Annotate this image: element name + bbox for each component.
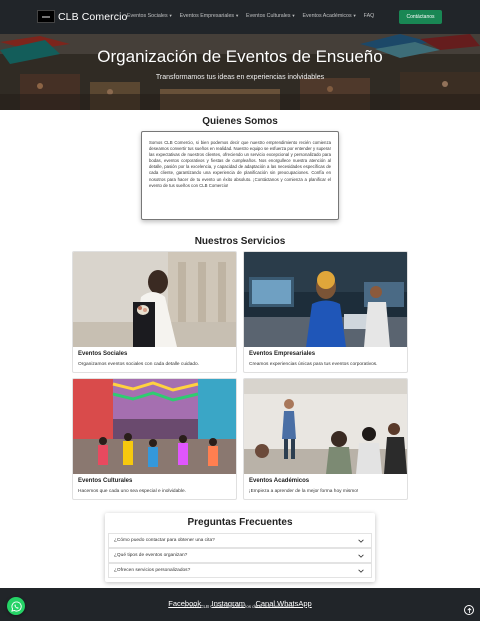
caret-down-icon: ▼ (352, 13, 357, 18)
whatsapp-icon (10, 600, 22, 612)
faq-item[interactable]: ¿Qué tipos de eventos organizan? (108, 548, 372, 563)
about-title: Quienes Somos (202, 116, 278, 127)
card-text: Hacemos que cada uno sea especial e inol… (78, 489, 187, 494)
brand-logo (37, 10, 55, 23)
service-card-social[interactable]: Eventos Sociales Organizamos eventos soc… (72, 251, 237, 373)
faq-section: Preguntas Frecuentes ¿Cómo puedo contact… (105, 513, 375, 582)
about-text: Somos CLB Comercio, si bien podemos deci… (149, 140, 331, 188)
navbar: CLB Comercio Eventos Sociales▼ Eventos E… (0, 0, 480, 34)
card-title: Eventos Académicos (249, 478, 310, 484)
faq-question: ¿Qué tipos de eventos organizan? (114, 553, 188, 558)
hero-overlay (0, 34, 480, 110)
hero-title: Organización de Eventos de Ensueño (97, 47, 383, 66)
nav-item-label: Eventos Académicos (302, 13, 352, 19)
faq-item[interactable]: ¿Cómo puedo contactar para obtener una c… (108, 533, 372, 548)
footer: Facebook Instagram Canal WhatsApp © 2024… (0, 588, 480, 621)
brand[interactable]: CLB Comercio (37, 10, 127, 23)
faq-question: ¿Ofrecen servicios personalizados? (114, 568, 191, 573)
chevron-down-icon (358, 569, 364, 573)
festival-photo (73, 379, 236, 474)
card-title: Eventos Culturales (78, 478, 133, 484)
arrow-up-circle-icon (466, 607, 472, 613)
services-title: Nuestros Servicios (194, 236, 286, 247)
card-text: ¡Empieza a aprender de la mejor forma ho… (249, 489, 359, 494)
card-text: Creamos experiencias únicas para tus eve… (249, 362, 378, 367)
faq-question: ¿Cómo puedo contactar para obtener una c… (114, 538, 215, 543)
caret-down-icon: ▼ (235, 13, 240, 18)
card-title: Eventos Empresariales (249, 351, 316, 357)
faq-item[interactable]: ¿Ofrecen servicios personalizados? (108, 563, 372, 578)
back-to-top-button[interactable] (464, 605, 474, 615)
nav-item-faq[interactable]: FAQ (364, 13, 375, 19)
nav-item-label: FAQ (363, 13, 375, 19)
nav-item-eventos-academicos[interactable]: Eventos Académicos▼ (302, 13, 356, 19)
nav-item-eventos-empresariales[interactable]: Eventos Empresariales▼ (180, 13, 239, 19)
nav-item-eventos-culturales[interactable]: Eventos Culturales▼ (246, 13, 295, 19)
chevron-down-icon (358, 539, 364, 543)
nav-item-eventos-sociales[interactable]: Eventos Sociales▼ (127, 13, 173, 19)
nav-item-label: Eventos Sociales (127, 13, 168, 19)
service-card-academic[interactable]: Eventos Académicos ¡Empieza a aprender d… (243, 378, 408, 500)
caret-down-icon: ▼ (168, 13, 173, 18)
contact-button[interactable]: Contáctanos (399, 10, 442, 24)
nav-links: Eventos Sociales▼ Eventos Empresariales▼… (127, 13, 381, 19)
caret-down-icon: ▼ (291, 13, 296, 18)
whatsapp-button[interactable] (7, 597, 25, 615)
faq-title: Preguntas Frecuentes (187, 517, 293, 528)
nav-item-label: Eventos Empresariales (179, 13, 235, 19)
card-text: Organizamos eventos sociales con cada de… (78, 362, 200, 367)
service-card-business[interactable]: Eventos Empresariales Creamos experienci… (243, 251, 408, 373)
hero-subtitle: Transformamos tus ideas en experiencias … (155, 74, 325, 81)
classroom-photo (244, 379, 407, 474)
copyright: © 2024 CLB Comercio. Todos los derechos … (184, 604, 296, 609)
wedding-photo (73, 252, 236, 347)
service-card-cultural[interactable]: Eventos Culturales Hacemos que cada uno … (72, 378, 237, 500)
nav-item-label: Eventos Culturales (246, 13, 291, 19)
office-photo (244, 252, 407, 347)
brand-name: CLB Comercio (58, 10, 128, 23)
card-title: Eventos Sociales (78, 351, 128, 357)
hero-banner: Organización de Eventos de Ensueño Trans… (0, 34, 480, 110)
chevron-down-icon (358, 554, 364, 558)
about-card: Somos CLB Comercio, si bien podemos deci… (141, 131, 339, 220)
